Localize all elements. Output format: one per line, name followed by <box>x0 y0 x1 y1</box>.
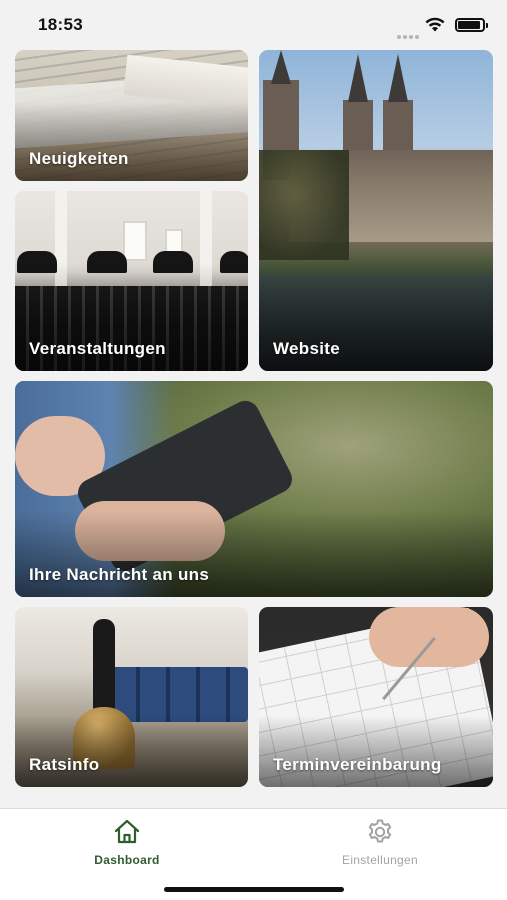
tab-dashboard[interactable]: Dashboard <box>57 817 197 873</box>
tower-roof <box>271 50 291 84</box>
tile-ratsinfo-label: Ratsinfo <box>29 755 100 774</box>
home-icon <box>114 819 140 844</box>
tile-message[interactable]: Ihre Nachricht an uns <box>15 381 493 597</box>
tile-news[interactable]: Neuigkeiten <box>15 50 248 181</box>
tile-ratsinfo[interactable]: Ratsinfo <box>15 607 248 787</box>
tile-website-label: Website <box>273 339 340 358</box>
trees <box>259 150 349 260</box>
hand <box>369 607 489 667</box>
tile-shade <box>259 715 493 787</box>
council-chairs <box>110 667 248 722</box>
tile-appointment-label: Terminvereinbarung <box>273 755 442 774</box>
tile-events[interactable]: Veranstaltungen <box>15 191 248 371</box>
tile-shade <box>15 715 248 787</box>
cellular-signal-icon <box>397 26 421 44</box>
tile-news-label: Neuigkeiten <box>29 149 129 168</box>
battery-icon <box>455 18 488 32</box>
bell-handle <box>93 619 115 719</box>
hall-window <box>123 221 147 261</box>
gear-icon <box>368 819 392 843</box>
tile-appointment[interactable]: Terminvereinbarung <box>259 607 493 787</box>
tile-shade <box>15 102 248 181</box>
tab-bar: Dashboard Einstellungen <box>0 808 507 900</box>
dashboard-grid: Neuigkeiten Veranstaltungen Website Ihre… <box>0 50 507 808</box>
status-time: 18:53 <box>38 15 83 34</box>
home-indicator[interactable] <box>164 887 344 892</box>
tile-events-label: Veranstaltungen <box>29 339 166 358</box>
tile-message-label: Ihre Nachricht an uns <box>29 565 210 584</box>
status-bar: 18:53 <box>0 0 507 50</box>
tab-settings-label: Einstellungen <box>342 853 418 867</box>
tower-roof <box>388 54 408 102</box>
tile-website[interactable]: Website <box>259 50 493 371</box>
tower-roof <box>348 54 368 102</box>
wifi-icon <box>425 17 445 32</box>
tab-settings[interactable]: Einstellungen <box>310 817 450 873</box>
tab-dashboard-label: Dashboard <box>94 853 160 867</box>
